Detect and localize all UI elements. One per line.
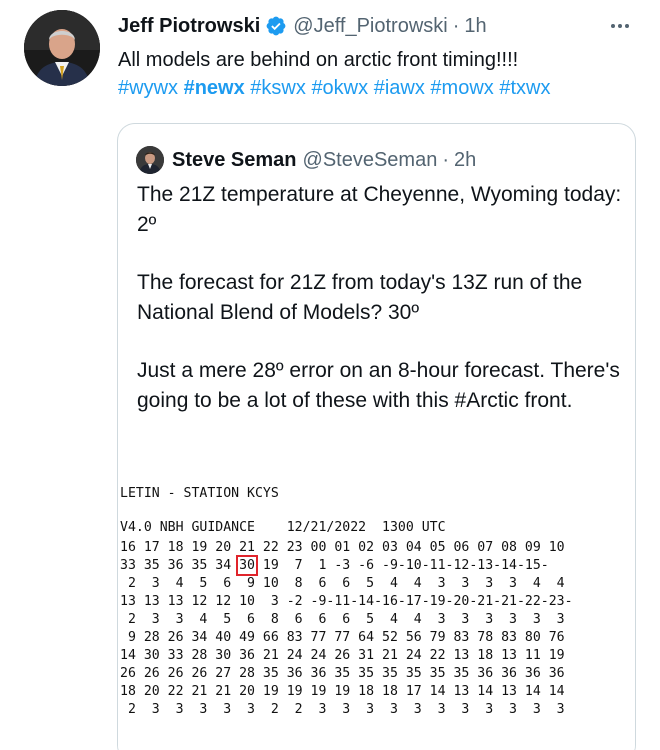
time-separator: · (452, 14, 460, 37)
quoted-paragraph: Just a mere 28º error on an 8-hour forec… (137, 359, 620, 412)
guidance-row: 33 35 36 35 34 30 19 7 1 -3 -6 -9-10-11-… (120, 558, 549, 573)
highlighted-value-box (236, 555, 259, 576)
hashtag-link[interactable]: #kswx (250, 77, 306, 99)
quoted-author-handle[interactable]: @SteveSeman (303, 149, 438, 172)
author-avatar[interactable] (24, 10, 100, 86)
quoted-tweet-header: Steve Seman @SteveSeman · 2h (136, 146, 476, 174)
guidance-row: 2 3 3 4 5 6 8 6 6 6 5 4 4 3 3 3 3 3 3 (120, 612, 565, 627)
guidance-row: 9 28 26 34 40 49 66 83 77 77 64 52 56 79… (120, 630, 565, 645)
quoted-tweet-body: The 21Z temperature at Cheyenne, Wyoming… (137, 180, 627, 416)
hashtag-link[interactable]: #txwx (499, 77, 550, 99)
hashtag-link[interactable]: #iawx (374, 77, 425, 99)
guidance-row: 13 13 13 12 12 10 3 -2 -9-11-14-16-17-19… (120, 594, 573, 609)
quoted-author-name[interactable]: Steve Seman (172, 149, 297, 172)
guidance-row: 18 20 22 21 21 20 19 19 19 19 18 18 17 1… (120, 684, 565, 699)
tweet-timestamp[interactable]: 1h (464, 15, 486, 38)
hashtag-link[interactable]: #newx (184, 77, 245, 99)
hashtag-link[interactable]: #mowx (430, 77, 493, 99)
tweet-header: Jeff Piotrowski @Jeff_Piotrowski · 1h (118, 12, 487, 40)
station-line: LETIN - STATION KCYS (120, 486, 279, 501)
guidance-header-line: V4.0 NBH GUIDANCE 12/21/2022 1300 UTC (120, 520, 446, 535)
guidance-row: 16 17 18 19 20 21 22 23 00 01 02 03 04 0… (120, 540, 565, 555)
quoted-author-avatar[interactable] (136, 146, 164, 174)
more-options-icon[interactable] (604, 14, 636, 38)
quoted-paragraph: The 21Z temperature at Cheyenne, Wyoming… (137, 183, 622, 236)
verified-badge-icon (265, 15, 287, 37)
quoted-paragraph: The forecast for 21Z from today's 13Z ru… (137, 271, 583, 324)
guidance-row: 2 3 3 3 3 3 2 2 3 3 3 3 3 3 3 3 3 3 3 (120, 702, 565, 717)
tweet[interactable]: Jeff Piotrowski @Jeff_Piotrowski · 1h Al… (0, 0, 660, 750)
quoted-tweet-timestamp[interactable]: 2h (454, 149, 476, 172)
guidance-row: 14 30 33 28 30 36 21 24 24 26 31 21 24 2… (120, 648, 565, 663)
tweet-body: All models are behind on arctic front ti… (118, 46, 638, 102)
hashtag-list: #wywx #newx #kswx #okwx #iawx #mowx #txw… (118, 74, 638, 102)
quoted-tweet-card[interactable]: Steve Seman @SteveSeman · 2h The 21Z tem… (117, 123, 636, 750)
quoted-time-separator: · (442, 148, 450, 171)
author-handle[interactable]: @Jeff_Piotrowski (293, 15, 447, 38)
guidance-row: 26 26 26 26 27 28 35 36 36 35 35 35 35 3… (120, 666, 565, 681)
guidance-row: 2 3 4 5 6 9 10 8 6 6 5 4 4 3 3 3 3 4 4 (120, 576, 565, 591)
hashtag-link[interactable]: #okwx (311, 77, 368, 99)
tweet-text: All models are behind on arctic front ti… (118, 49, 519, 71)
author-name[interactable]: Jeff Piotrowski (118, 15, 260, 38)
hashtag-link[interactable]: #wywx (118, 77, 178, 99)
guidance-screenshot-image[interactable]: LETIN - STATION KCYS V4.0 NBH GUIDANCE 1… (118, 476, 635, 750)
